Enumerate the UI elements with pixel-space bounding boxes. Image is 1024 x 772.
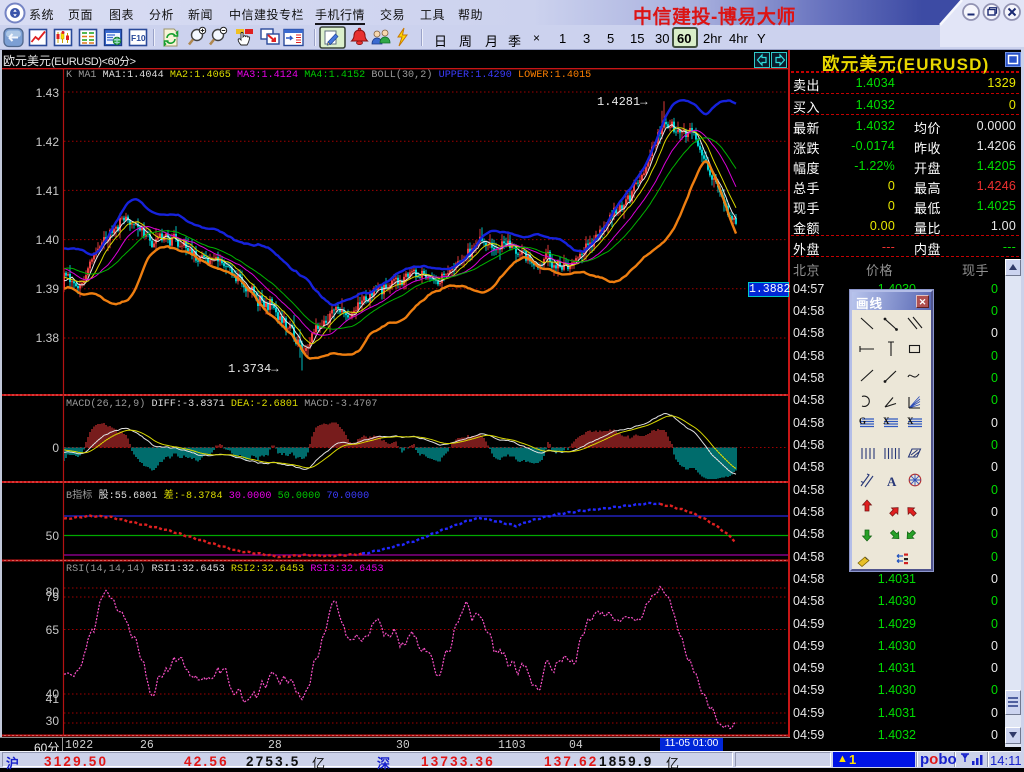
svg-text:F10: F10 (131, 33, 146, 43)
svg-text:G: G (859, 416, 866, 426)
svg-text:X: X (907, 416, 914, 426)
svg-text:X: X (883, 416, 890, 426)
svg-text:A: A (887, 474, 897, 489)
